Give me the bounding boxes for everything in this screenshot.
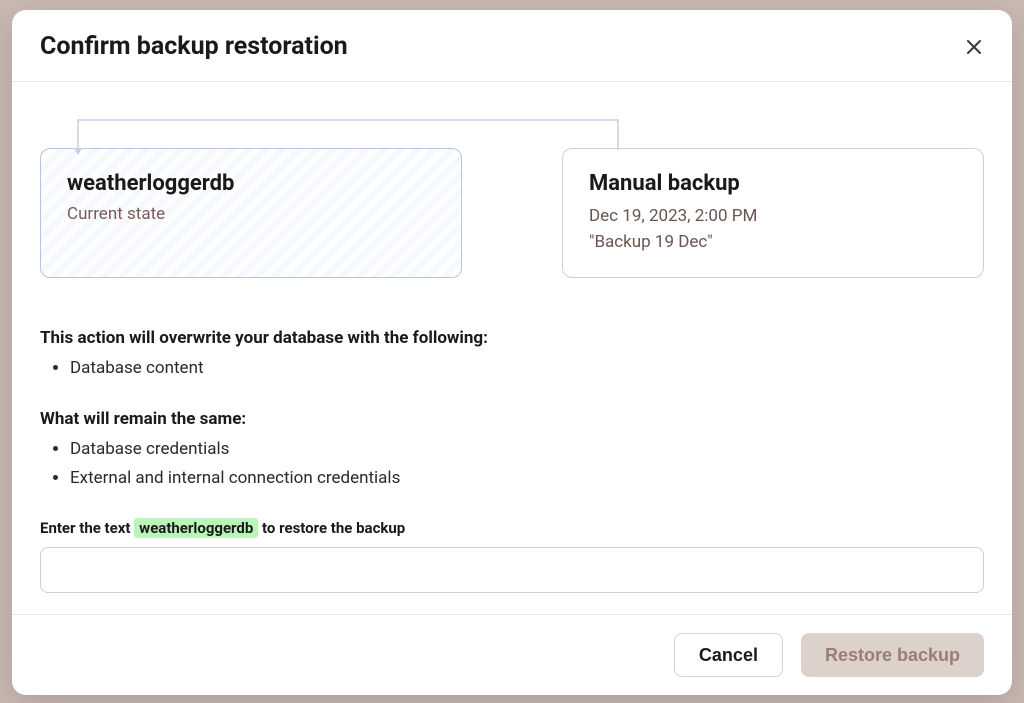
current-db-name: weatherloggerdb [67,171,435,196]
overwrite-section: This action will overwrite your database… [40,328,984,383]
list-item: External and internal connection credent… [70,464,984,493]
current-state-label: Current state [67,204,435,224]
cancel-button[interactable]: Cancel [674,633,783,677]
confirm-prefix: Enter the text [40,519,134,537]
confirm-highlight: weatherloggerdb [134,518,258,538]
list-item: Database content [70,354,984,383]
confirm-label: Enter the text weatherloggerdb to restor… [40,519,984,537]
same-heading: What will remain the same: [40,409,984,429]
confirm-input[interactable] [40,547,984,593]
modal-header: Confirm backup restoration [12,10,1012,82]
same-list: Database credentials External and intern… [40,435,984,493]
overwrite-heading: This action will overwrite your database… [40,328,984,348]
current-state-card: weatherloggerdb Current state [40,148,462,278]
restore-modal: Confirm backup restoration weatherlogger… [12,10,1012,695]
modal-footer: Cancel Restore backup [12,614,1012,695]
backup-type: Manual backup [589,171,957,196]
list-item: Database credentials [70,435,984,464]
backup-card: Manual backup Dec 19, 2023, 2:00 PM "Bac… [562,148,984,278]
backup-timestamp: Dec 19, 2023, 2:00 PM [589,204,957,230]
modal-body: weatherloggerdb Current state Manual bac… [12,82,1012,614]
cards-row: weatherloggerdb Current state Manual bac… [40,148,984,278]
close-icon[interactable] [964,37,984,57]
confirm-suffix: to restore the backup [258,519,405,537]
backup-name: "Backup 19 Dec" [589,230,957,256]
same-section: What will remain the same: Database cred… [40,409,984,493]
confirm-section: Enter the text weatherloggerdb to restor… [40,519,984,593]
restore-button[interactable]: Restore backup [801,633,984,677]
modal-title: Confirm backup restoration [40,32,348,61]
overwrite-list: Database content [40,354,984,383]
